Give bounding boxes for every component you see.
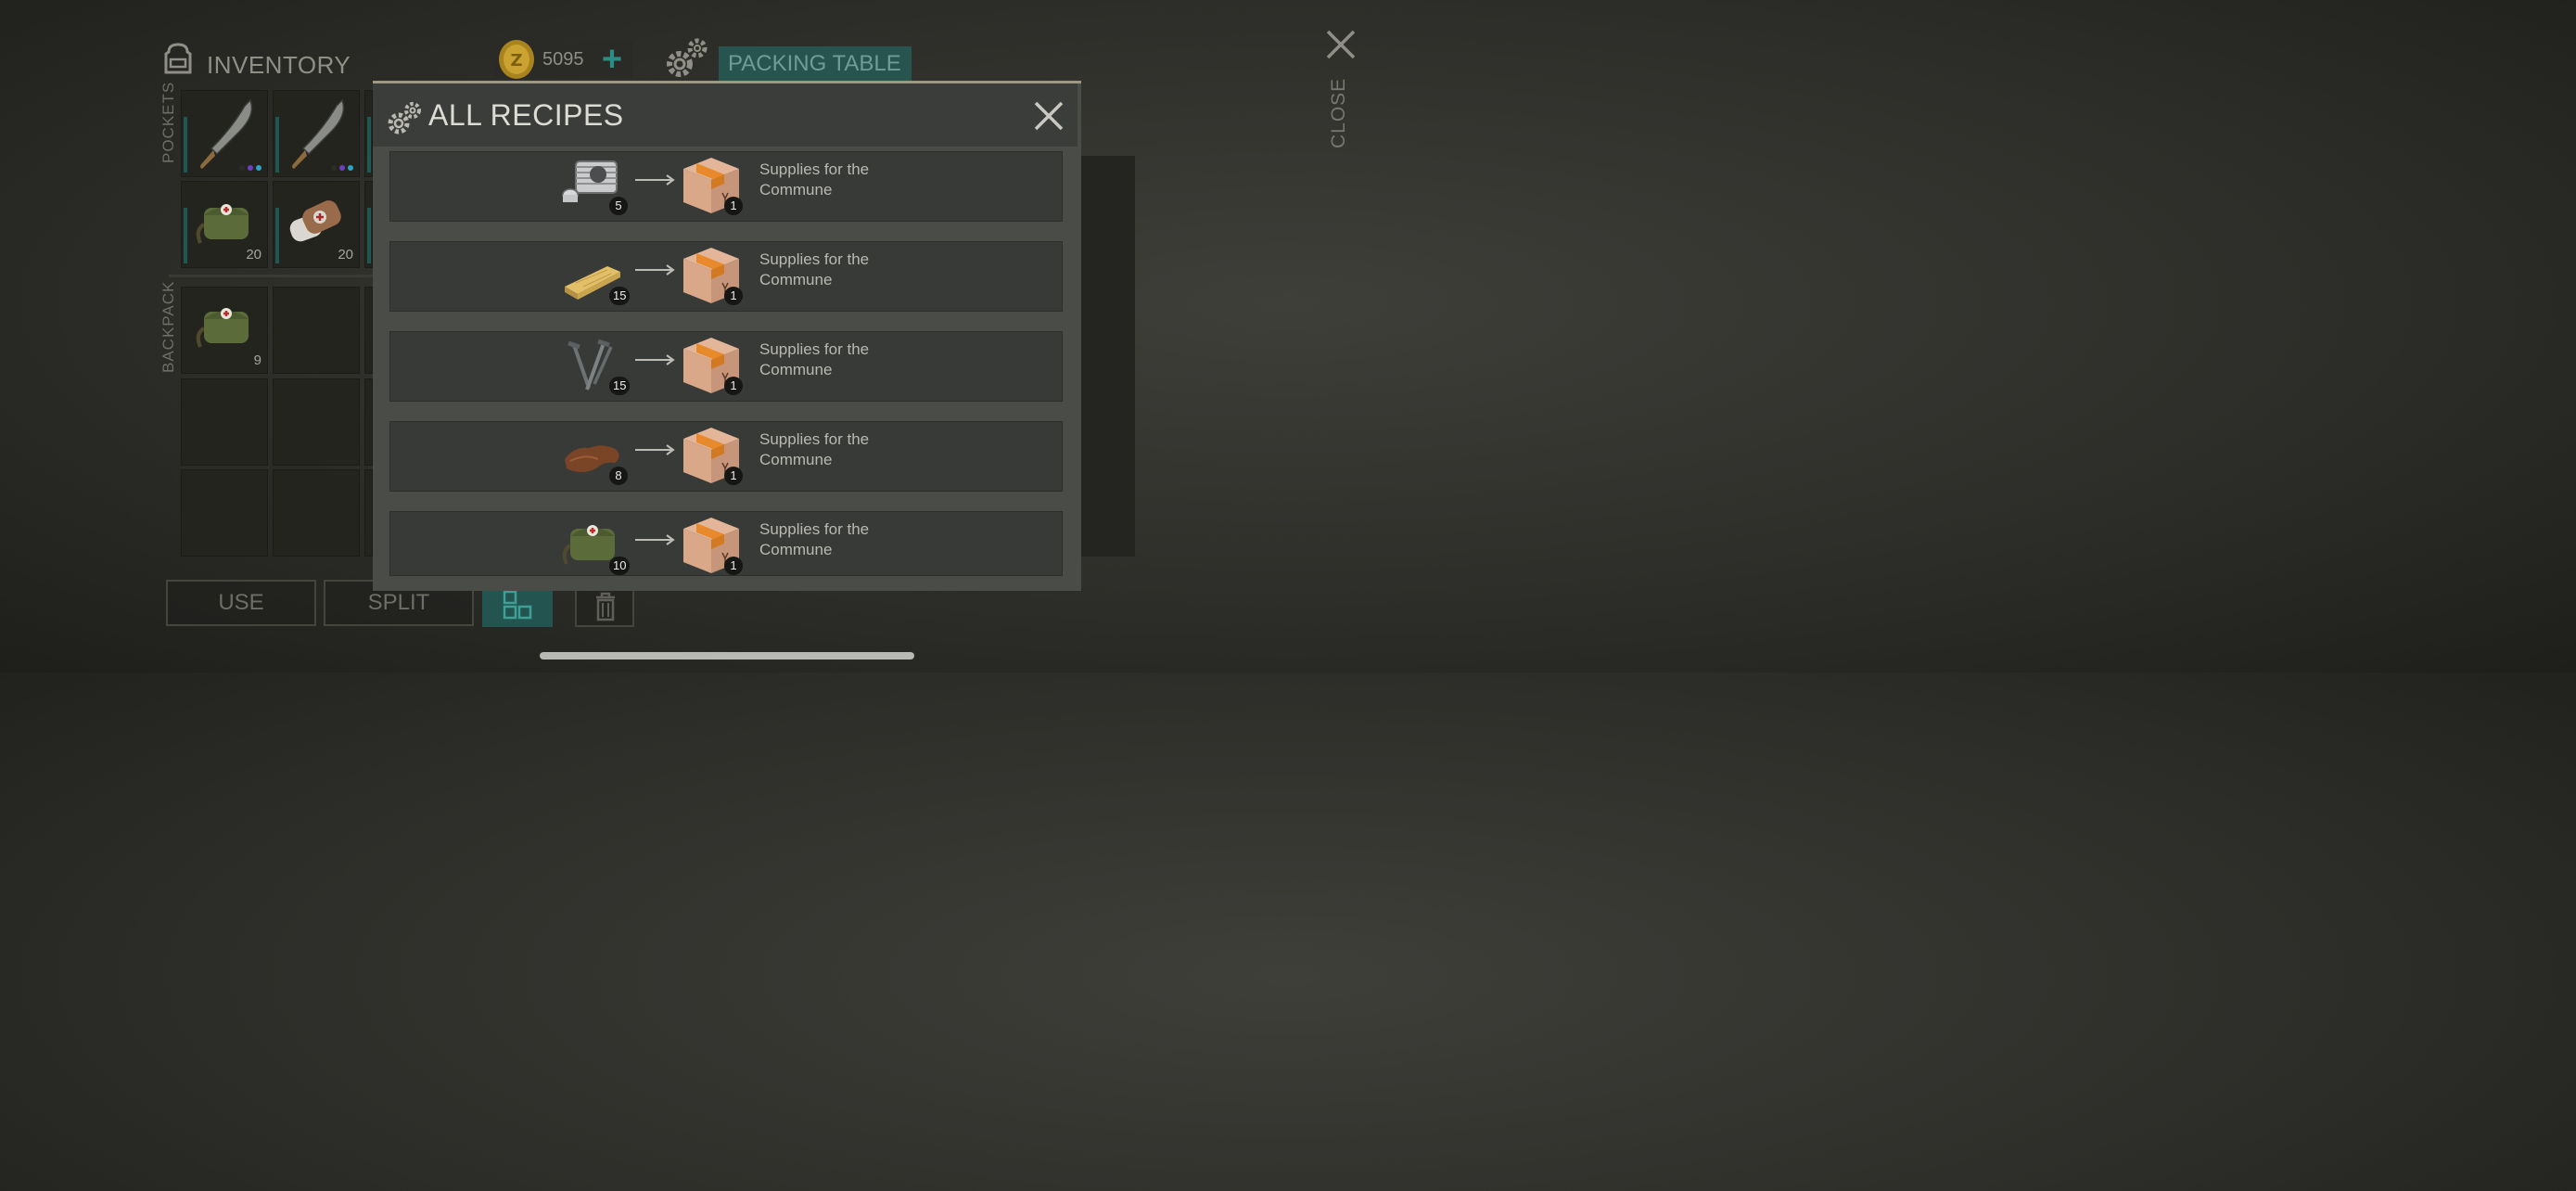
pocket-medkit-count: 20 xyxy=(246,247,261,263)
backpack-slot-7[interactable] xyxy=(181,469,268,557)
arrow-right-icon xyxy=(635,444,675,455)
backpack-slot-2[interactable] xyxy=(273,287,360,374)
packing-table-tab[interactable]: PACKING TABLE xyxy=(719,46,912,82)
all-recipes-modal: ALL RECIPES 5 1 Supplies for the Commune xyxy=(373,81,1081,591)
recipe-row[interactable]: 15 1 Supplies for the Commune xyxy=(389,331,1063,402)
input-count: 10 xyxy=(609,557,631,575)
recipe-name: Supplies for the Commune xyxy=(759,160,870,198)
output-count: 1 xyxy=(724,197,743,215)
output-count: 1 xyxy=(724,287,743,305)
backpack-slot-8[interactable] xyxy=(273,469,360,557)
output-count: 1 xyxy=(724,557,743,575)
backpack-slot-1[interactable]: 9 xyxy=(181,287,268,374)
pocket-slot-4[interactable]: 20 xyxy=(181,181,268,268)
output-count: 1 xyxy=(724,467,743,485)
medkit-bag-icon xyxy=(196,204,249,244)
close-label[interactable]: CLOSE xyxy=(1328,78,1356,148)
add-coins-button[interactable]: + xyxy=(598,42,626,77)
medkit-bag-icon xyxy=(196,308,249,348)
arrow-right-icon xyxy=(635,354,675,365)
recipe-name: Supplies for the Commune xyxy=(759,340,870,378)
home-indicator[interactable] xyxy=(540,652,914,660)
input-count: 15 xyxy=(609,377,631,395)
backpack-label: BACKPACK xyxy=(159,280,177,373)
trash-icon xyxy=(596,592,615,621)
grid-sort-icon xyxy=(503,590,532,620)
modal-header: ALL RECIPES xyxy=(373,83,1078,147)
pocket-slot-6[interactable] xyxy=(364,181,373,268)
recipe-row[interactable]: 10 1 Supplies for the Commune xyxy=(389,511,1063,576)
backpack-slot-6[interactable] xyxy=(364,378,373,466)
machete-icon xyxy=(292,98,345,169)
recipe-row[interactable]: 5 1 Supplies for the Commune xyxy=(389,151,1063,222)
backpack-slot-9[interactable] xyxy=(364,469,373,557)
modal-close-icon[interactable] xyxy=(1033,100,1065,132)
use-button[interactable]: USE xyxy=(166,580,316,626)
backpack-medkit-count: 9 xyxy=(253,352,261,368)
backpack-slot-5[interactable] xyxy=(273,378,360,466)
arrow-right-icon xyxy=(635,534,675,545)
recipe-name: Supplies for the Commune xyxy=(759,430,870,468)
pocket-slot-2[interactable] xyxy=(273,90,360,177)
input-count: 8 xyxy=(609,467,628,485)
inventory-title: INVENTORY xyxy=(207,51,351,79)
coin-balance: 5095 xyxy=(542,49,584,70)
modal-title: ALL RECIPES xyxy=(428,98,624,132)
recipe-row[interactable]: 15 1 Supplies for the Commune xyxy=(389,241,1063,312)
packing-table-panel xyxy=(1079,156,1135,557)
section-divider xyxy=(169,275,373,277)
pockets-label: POCKETS xyxy=(159,81,177,163)
backpack-slot-3[interactable] xyxy=(364,287,373,374)
input-count: 5 xyxy=(609,197,628,215)
input-count: 15 xyxy=(609,287,631,305)
arrow-right-icon xyxy=(635,174,675,186)
recipe-row[interactable]: 8 1 Supplies for the Commune xyxy=(389,421,1063,492)
recipe-name: Supplies for the Commune xyxy=(759,520,870,558)
recipe-name: Supplies for the Commune xyxy=(759,250,870,288)
close-icon[interactable] xyxy=(1324,28,1358,61)
coin-icon: Z xyxy=(499,40,534,79)
gears-icon xyxy=(388,102,421,134)
pocket-slot-5[interactable]: 20 xyxy=(273,181,360,268)
pocket-slot-1[interactable] xyxy=(181,90,268,177)
gears-icon xyxy=(667,38,708,77)
pocket-bandage-count: 20 xyxy=(338,247,353,263)
svg-text:Z: Z xyxy=(510,51,522,70)
backpack-slot-4[interactable] xyxy=(181,378,268,466)
machete-icon xyxy=(200,98,253,169)
arrow-right-icon xyxy=(635,264,675,275)
output-count: 1 xyxy=(724,377,743,395)
pocket-slot-3[interactable] xyxy=(364,90,373,177)
backpack-icon xyxy=(164,43,192,74)
